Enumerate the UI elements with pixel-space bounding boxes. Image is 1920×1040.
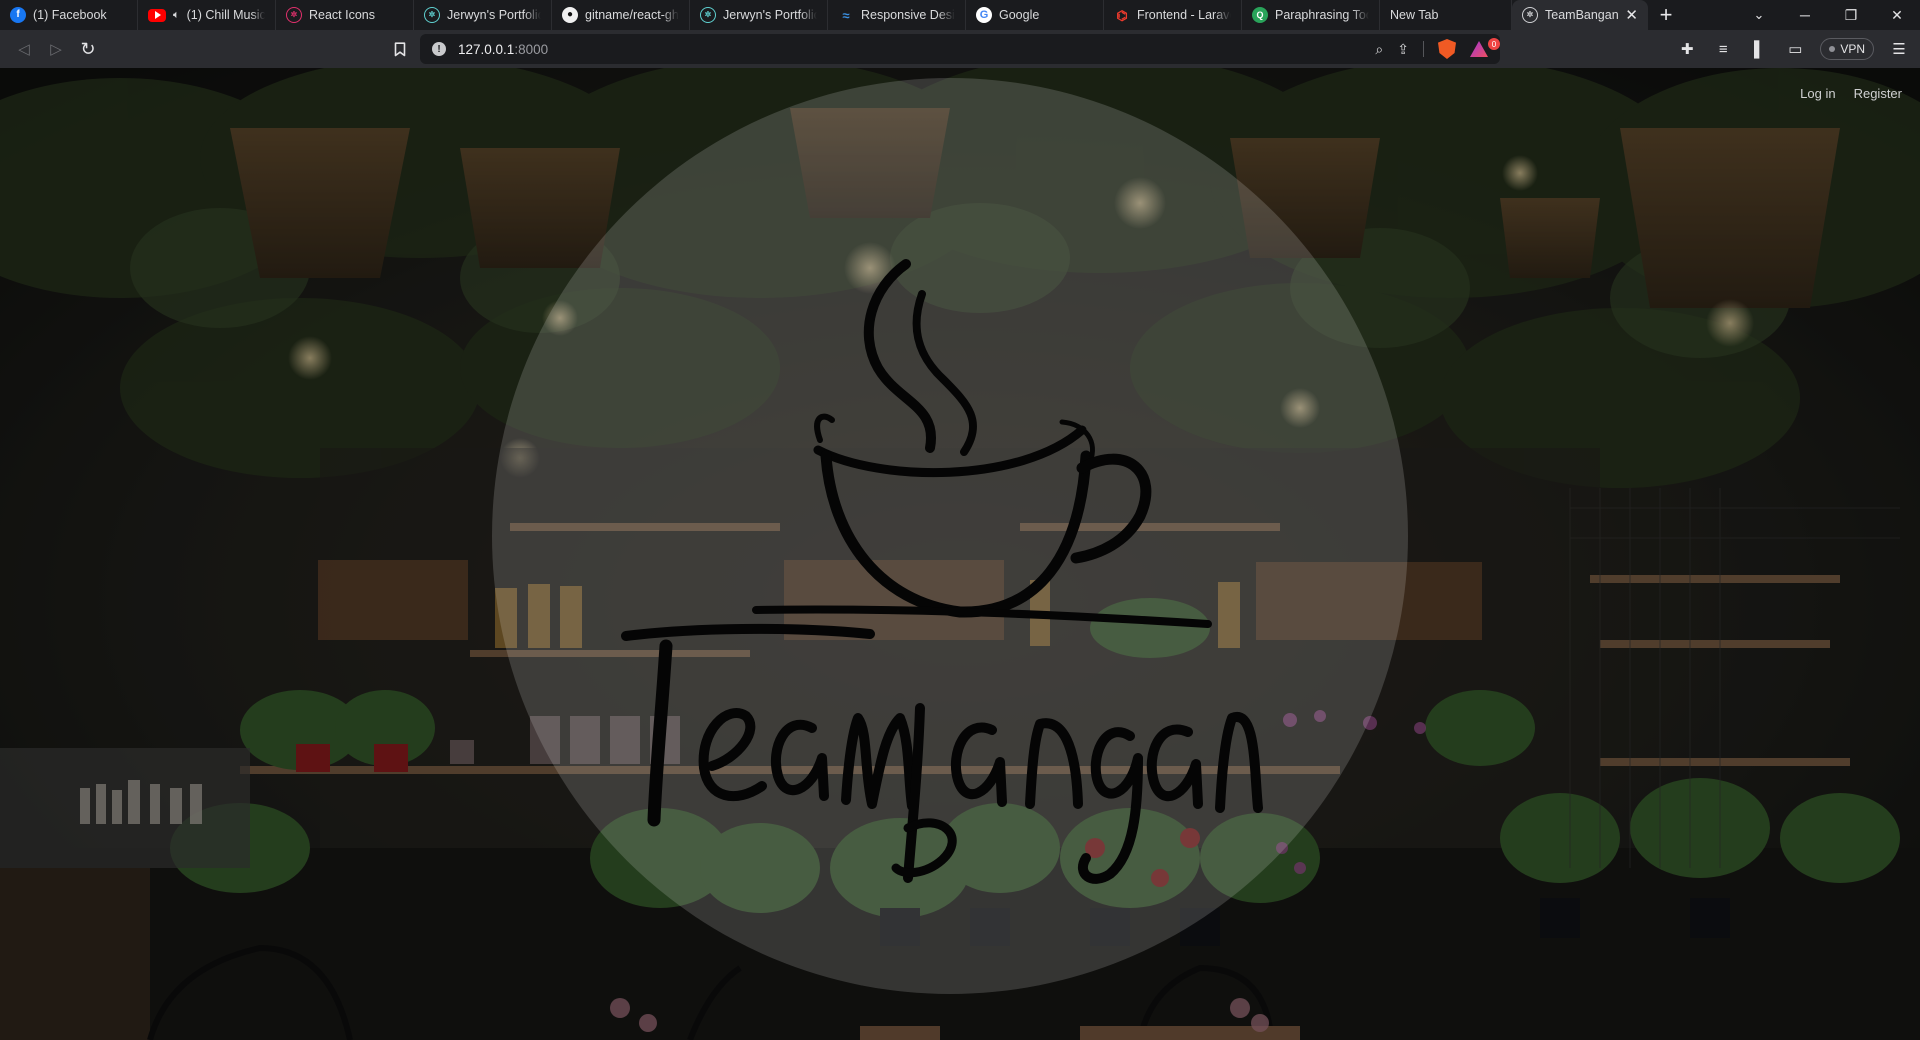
tab-label: Paraphrasing Tool xyxy=(1275,8,1369,22)
tab-portfolio-2[interactable]: ✲ Jerwyn's Portfolio xyxy=(690,0,828,30)
register-link[interactable]: Register xyxy=(1854,86,1902,101)
bookmark-icon[interactable] xyxy=(386,35,414,63)
url-host: 127.0.0.1 xyxy=(458,41,515,57)
toolbar-actions: ✚ ≡ ▌ ▭ VPN ☰ xyxy=(1676,35,1910,63)
laravel-icon: ⌬ xyxy=(1116,7,1128,23)
responsive-design-icon: ≈ xyxy=(842,7,850,23)
rewards-badge: 0 xyxy=(1488,38,1500,50)
url-port: :8000 xyxy=(514,41,549,57)
vpn-label: VPN xyxy=(1840,42,1865,56)
portfolio-icon: ✲ xyxy=(700,7,716,23)
tab-label: TeamBangan xyxy=(1545,8,1619,22)
speaker-icon[interactable]: 🔈︎ xyxy=(173,9,180,22)
close-tab-icon[interactable]: ✕ xyxy=(1625,6,1638,24)
tab-strip-spacer xyxy=(1684,0,1736,30)
tab-label: (1) Chill Music xyxy=(186,8,265,22)
playlist-icon[interactable]: ≡ xyxy=(1712,41,1734,58)
tab-github[interactable]: ● gitname/react-gh- xyxy=(552,0,690,30)
address-bar[interactable]: ! 127.0.0.1:8000 ⌕ ⇪ xyxy=(420,34,1500,64)
tab-chill-music[interactable]: 🔈︎ (1) Chill Music xyxy=(138,0,276,30)
share-icon[interactable]: ⇪ xyxy=(1397,41,1409,58)
back-button[interactable]: ◁ xyxy=(8,35,40,63)
forward-button[interactable]: ▷ xyxy=(40,35,72,63)
tab-portfolio-1[interactable]: ✲ Jerwyn's Portfolio xyxy=(414,0,552,30)
tab-laravel[interactable]: ⌬ Frontend - Laravel xyxy=(1104,0,1242,30)
tab-label: Jerwyn's Portfolio xyxy=(447,8,541,22)
page-viewport: Log in Register xyxy=(0,68,1920,1040)
tab-label: React Icons xyxy=(309,8,376,22)
tab-label: Frontend - Laravel xyxy=(1137,8,1231,22)
vpn-button[interactable]: VPN xyxy=(1820,38,1874,60)
address-bar-actions: ⌕ ⇪ xyxy=(1375,39,1488,59)
tab-search-chevron-icon[interactable]: ⌄ xyxy=(1736,0,1782,30)
browser-toolbar: ◁ ▷ ↻ ! 127.0.0.1:8000 ⌕ ⇪ 0 ✚ ≡ ▌ ▭ VPN… xyxy=(0,30,1920,68)
sidebar-icon[interactable]: ▌ xyxy=(1748,41,1770,58)
paraphrasing-tool-icon: Q xyxy=(1252,7,1268,23)
youtube-icon xyxy=(148,8,166,22)
divider xyxy=(1423,41,1424,57)
vpn-status-dot xyxy=(1829,46,1836,52)
tab-label: gitname/react-gh- xyxy=(585,8,679,22)
teambangan-icon: ✲ xyxy=(1522,7,1538,23)
portfolio-icon: ✲ xyxy=(424,7,440,23)
reload-button[interactable]: ↻ xyxy=(72,35,104,63)
login-link[interactable]: Log in xyxy=(1800,86,1835,101)
menu-icon[interactable]: ☰ xyxy=(1888,40,1910,58)
tab-label: Jerwyn's Portfolio xyxy=(723,8,817,22)
tab-responsive-design[interactable]: ≈ Responsive Design xyxy=(828,0,966,30)
tab-teambangan[interactable]: ✲ TeamBangan ✕ xyxy=(1512,0,1648,30)
tab-react-icons[interactable]: ✲ React Icons xyxy=(276,0,414,30)
site-info-icon[interactable]: ! xyxy=(432,42,446,56)
extensions-icon[interactable]: ✚ xyxy=(1676,40,1698,58)
new-tab-button[interactable]: + xyxy=(1648,0,1684,30)
tab-label: New Tab xyxy=(1390,8,1439,22)
facebook-icon: f xyxy=(10,7,26,23)
close-window-button[interactable]: ✕ xyxy=(1874,0,1920,30)
tab-strip: f (1) Facebook 🔈︎ (1) Chill Music ✲ Reac… xyxy=(0,0,1920,30)
tab-facebook[interactable]: f (1) Facebook xyxy=(0,0,138,30)
minimize-window-button[interactable]: ─ xyxy=(1782,0,1828,30)
zoom-icon[interactable]: ⌕ xyxy=(1375,41,1383,58)
cafe-background-image xyxy=(0,68,1920,1040)
brave-rewards-icon[interactable] xyxy=(1470,41,1488,57)
github-icon: ● xyxy=(562,7,578,23)
tab-label: Responsive Design xyxy=(861,8,955,22)
tab-new-tab[interactable]: New Tab xyxy=(1380,0,1512,30)
wallet-icon[interactable]: ▭ xyxy=(1784,40,1806,58)
auth-links: Log in Register xyxy=(1800,86,1902,101)
tab-label: (1) Facebook xyxy=(33,8,107,22)
brave-shields-icon[interactable] xyxy=(1438,39,1456,59)
tab-paraphrasing-tool[interactable]: Q Paraphrasing Tool xyxy=(1242,0,1380,30)
tab-google[interactable]: G Google xyxy=(966,0,1104,30)
tab-label: Google xyxy=(999,8,1040,22)
restore-window-button[interactable]: ❐ xyxy=(1828,0,1874,30)
react-icons-icon: ✲ xyxy=(286,7,302,23)
google-icon: G xyxy=(976,7,992,23)
